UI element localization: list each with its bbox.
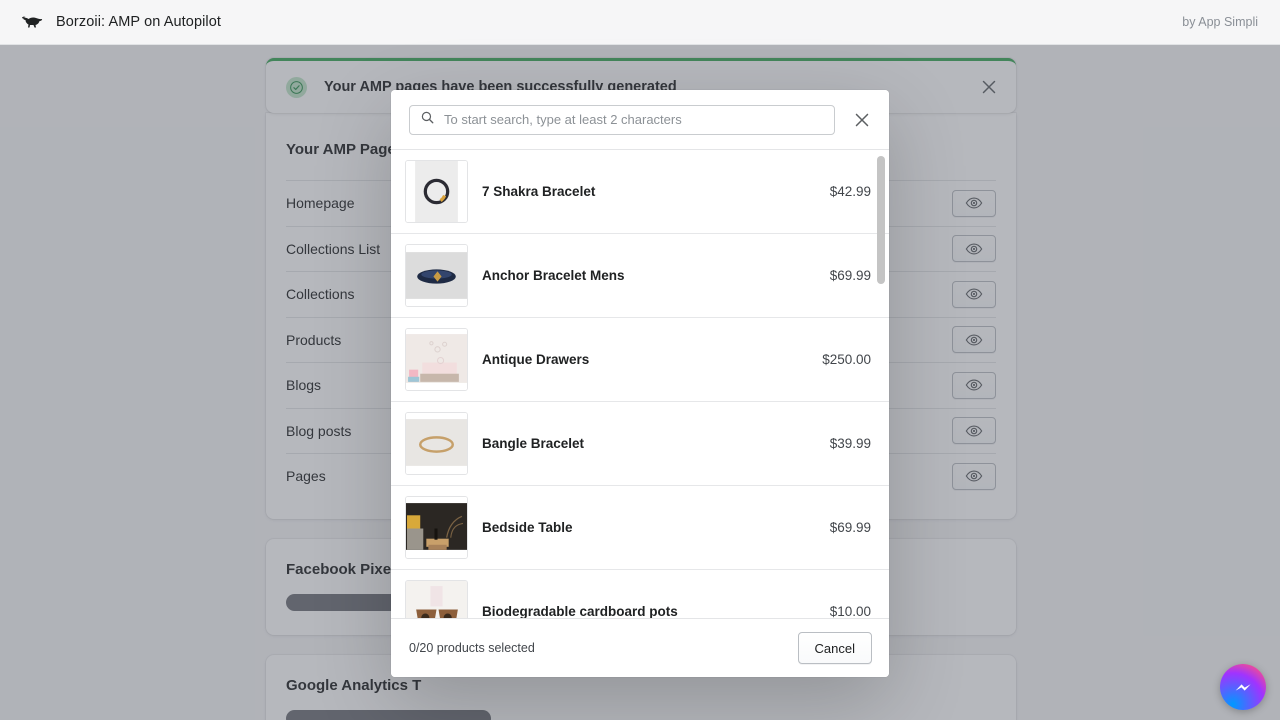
messenger-icon [1230, 674, 1257, 701]
anchor-bracelet-thumb [405, 244, 468, 307]
list-item[interactable]: Bangle Bracelet $39.99 [391, 402, 889, 486]
product-name: Biodegradable cardboard pots [482, 604, 678, 618]
app-title: Borzoii: AMP on Autopilot [56, 14, 222, 30]
list-item[interactable]: Biodegradable cardboard pots $10.00 [391, 570, 889, 618]
product-name: Anchor Bracelet Mens [482, 268, 625, 283]
product-list-container: 7 Shakra Bracelet $42.99 Anchor Bracelet… [391, 149, 889, 618]
beaded-bracelet-thumb [405, 160, 468, 223]
search-field[interactable] [409, 104, 835, 135]
list-item[interactable]: Antique Drawers $250.00 [391, 318, 889, 402]
product-name: 7 Shakra Bracelet [482, 184, 596, 199]
product-name: Bangle Bracelet [482, 436, 585, 451]
antique-drawers-thumb [405, 328, 468, 391]
search-input[interactable] [444, 112, 824, 127]
list-item[interactable]: Bedside Table $69.99 [391, 486, 889, 570]
borzoi-dog-icon [22, 14, 44, 30]
product-name: Antique Drawers [482, 352, 590, 367]
app-top-bar: Borzoii: AMP on Autopilot by App Simpli [0, 0, 1280, 45]
bangle-bracelet-thumb [405, 412, 468, 475]
messenger-chat-button[interactable] [1220, 664, 1266, 710]
product-picker-modal: 7 Shakra Bracelet $42.99 Anchor Bracelet… [391, 90, 889, 677]
bedside-table-thumb [405, 496, 468, 559]
product-scroll-area[interactable]: 7 Shakra Bracelet $42.99 Anchor Bracelet… [391, 150, 889, 618]
list-item[interactable]: Anchor Bracelet Mens $69.99 [391, 234, 889, 318]
app-attribution: by App Simpli [1182, 15, 1258, 29]
product-price: $42.99 [829, 184, 871, 199]
product-price: $250.00 [822, 352, 871, 367]
product-price: $69.99 [829, 268, 871, 283]
modal-footer: 0/20 products selected Cancel [391, 618, 889, 677]
product-price: $10.00 [829, 604, 871, 618]
scrollbar-thumb[interactable] [877, 156, 885, 284]
cancel-button[interactable]: Cancel [797, 632, 872, 664]
selection-count: 0/20 products selected [409, 641, 535, 655]
product-price: $69.99 [829, 520, 871, 535]
cardboard-pots-thumb [405, 580, 468, 618]
close-icon[interactable] [851, 109, 873, 131]
product-name: Bedside Table [482, 520, 573, 535]
modal-header [391, 90, 889, 149]
product-price: $39.99 [829, 436, 871, 451]
app-identity: Borzoii: AMP on Autopilot [22, 14, 221, 30]
list-item[interactable]: 7 Shakra Bracelet $42.99 [391, 150, 889, 234]
search-icon [420, 110, 435, 130]
